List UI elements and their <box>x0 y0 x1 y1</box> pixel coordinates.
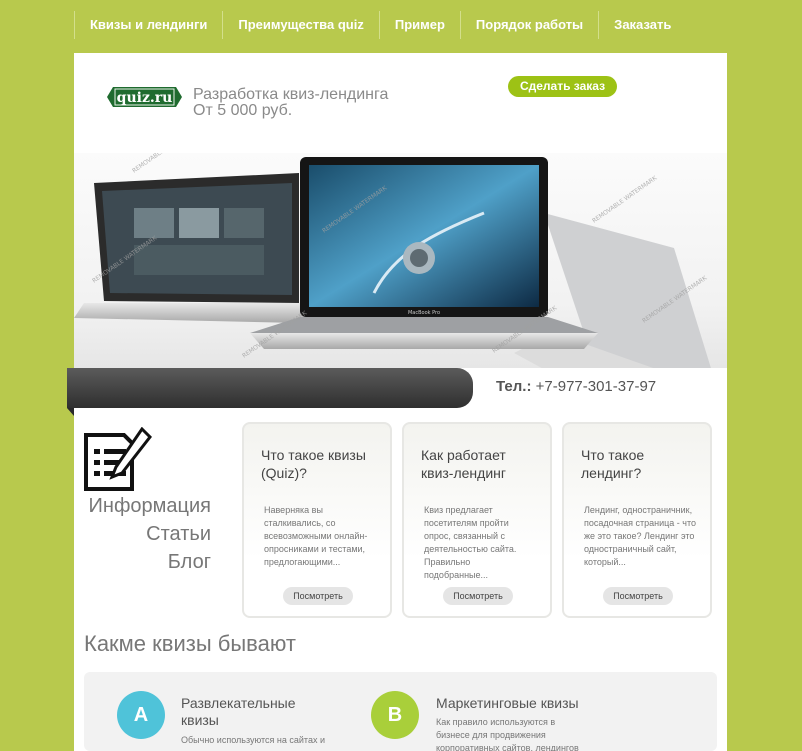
info-card-how-it-works: Как работает квиз-лендинг Квиз предлагае… <box>402 422 552 618</box>
phone-label: Тел.: <box>496 378 532 395</box>
info-card-what-is-landing: Что такое лендинг? Лендинг, одностраничн… <box>562 422 712 618</box>
card-title: Что такое квизы (Quiz)? <box>261 447 366 481</box>
laptop-model-label: MacBook Pro <box>408 310 440 316</box>
logo-text: quiz.ru <box>117 90 173 106</box>
sidebar-link-articles[interactable]: Статьи <box>64 520 211 548</box>
tagline: Разработка квиз-лендинга От 5 000 руб. <box>193 87 388 119</box>
phone-number: +7-977-301-37-97 <box>535 378 657 395</box>
tagline-price: От 5 000 руб. <box>193 102 293 119</box>
nav-item-order[interactable]: Заказать <box>598 11 686 39</box>
ribbon-fold <box>67 408 74 416</box>
order-button[interactable]: Сделать заказ <box>508 76 617 97</box>
badge-b-circle: B <box>371 691 419 739</box>
dark-ribbon <box>67 368 473 408</box>
quiz-type-title: Маркетинговые квизы <box>436 695 579 711</box>
quiz-type-text: Как правило используются в бизнесе для п… <box>436 717 579 751</box>
view-button[interactable]: Посмотреть <box>443 587 513 605</box>
laptops-image: MacBook Pro REMOVABLE WATERMARK REMOVABL… <box>74 153 711 368</box>
info-card-what-is-quiz: Что такое квизы (Quiz)? Наверняка вы ста… <box>242 422 392 618</box>
view-button[interactable]: Посмотреть <box>603 587 673 605</box>
hero-banner: MacBook Pro REMOVABLE WATERMARK REMOVABL… <box>74 153 727 368</box>
sidebar-link-information[interactable]: Информация <box>64 492 211 520</box>
card-title: Как работает квиз-лендинг <box>421 447 506 481</box>
quiz-type-title: Развлекательные квизы <box>181 695 296 728</box>
card-title: Что такое лендинг? <box>581 447 645 481</box>
watermark-text: REMOVABLE WATERMARK <box>131 153 199 175</box>
nav-item-workflow[interactable]: Порядок работы <box>459 11 598 39</box>
nav-item-advantages[interactable]: Преимущества quiz <box>222 11 378 39</box>
sidebar-links: Информация Статьи Блог <box>64 492 211 576</box>
watermark-text: REMOVABLE WATERMARK <box>591 174 659 225</box>
phone-contact[interactable]: Тел.: +7-977-301-37-97 <box>496 378 656 395</box>
card-text: Лендинг, одностраничник, посадочная стра… <box>584 505 696 567</box>
tagline-service: Разработка квиз-лендинга <box>193 86 389 103</box>
top-nav: Квизы и лендинги Преимущества quiz Приме… <box>74 11 686 39</box>
badge-a-circle: A <box>117 691 165 739</box>
site-logo[interactable]: quiz.ru <box>107 83 182 111</box>
card-text: Квиз предлагает посетителям пройти опрос… <box>424 505 517 580</box>
view-button[interactable]: Посмотреть <box>283 587 353 605</box>
card-text: Наверняка вы сталкивались, со всевозможн… <box>264 505 368 567</box>
document-pencil-icon <box>84 427 152 491</box>
sidebar-link-blog[interactable]: Блог <box>64 548 211 576</box>
nav-item-example[interactable]: Пример <box>378 11 460 39</box>
quiz-type-text: Обычно используются на сайтах и в <box>181 735 325 751</box>
section-title: Какме квизы бывают <box>84 631 296 656</box>
nav-item-quizzes[interactable]: Квизы и лендинги <box>74 11 222 39</box>
